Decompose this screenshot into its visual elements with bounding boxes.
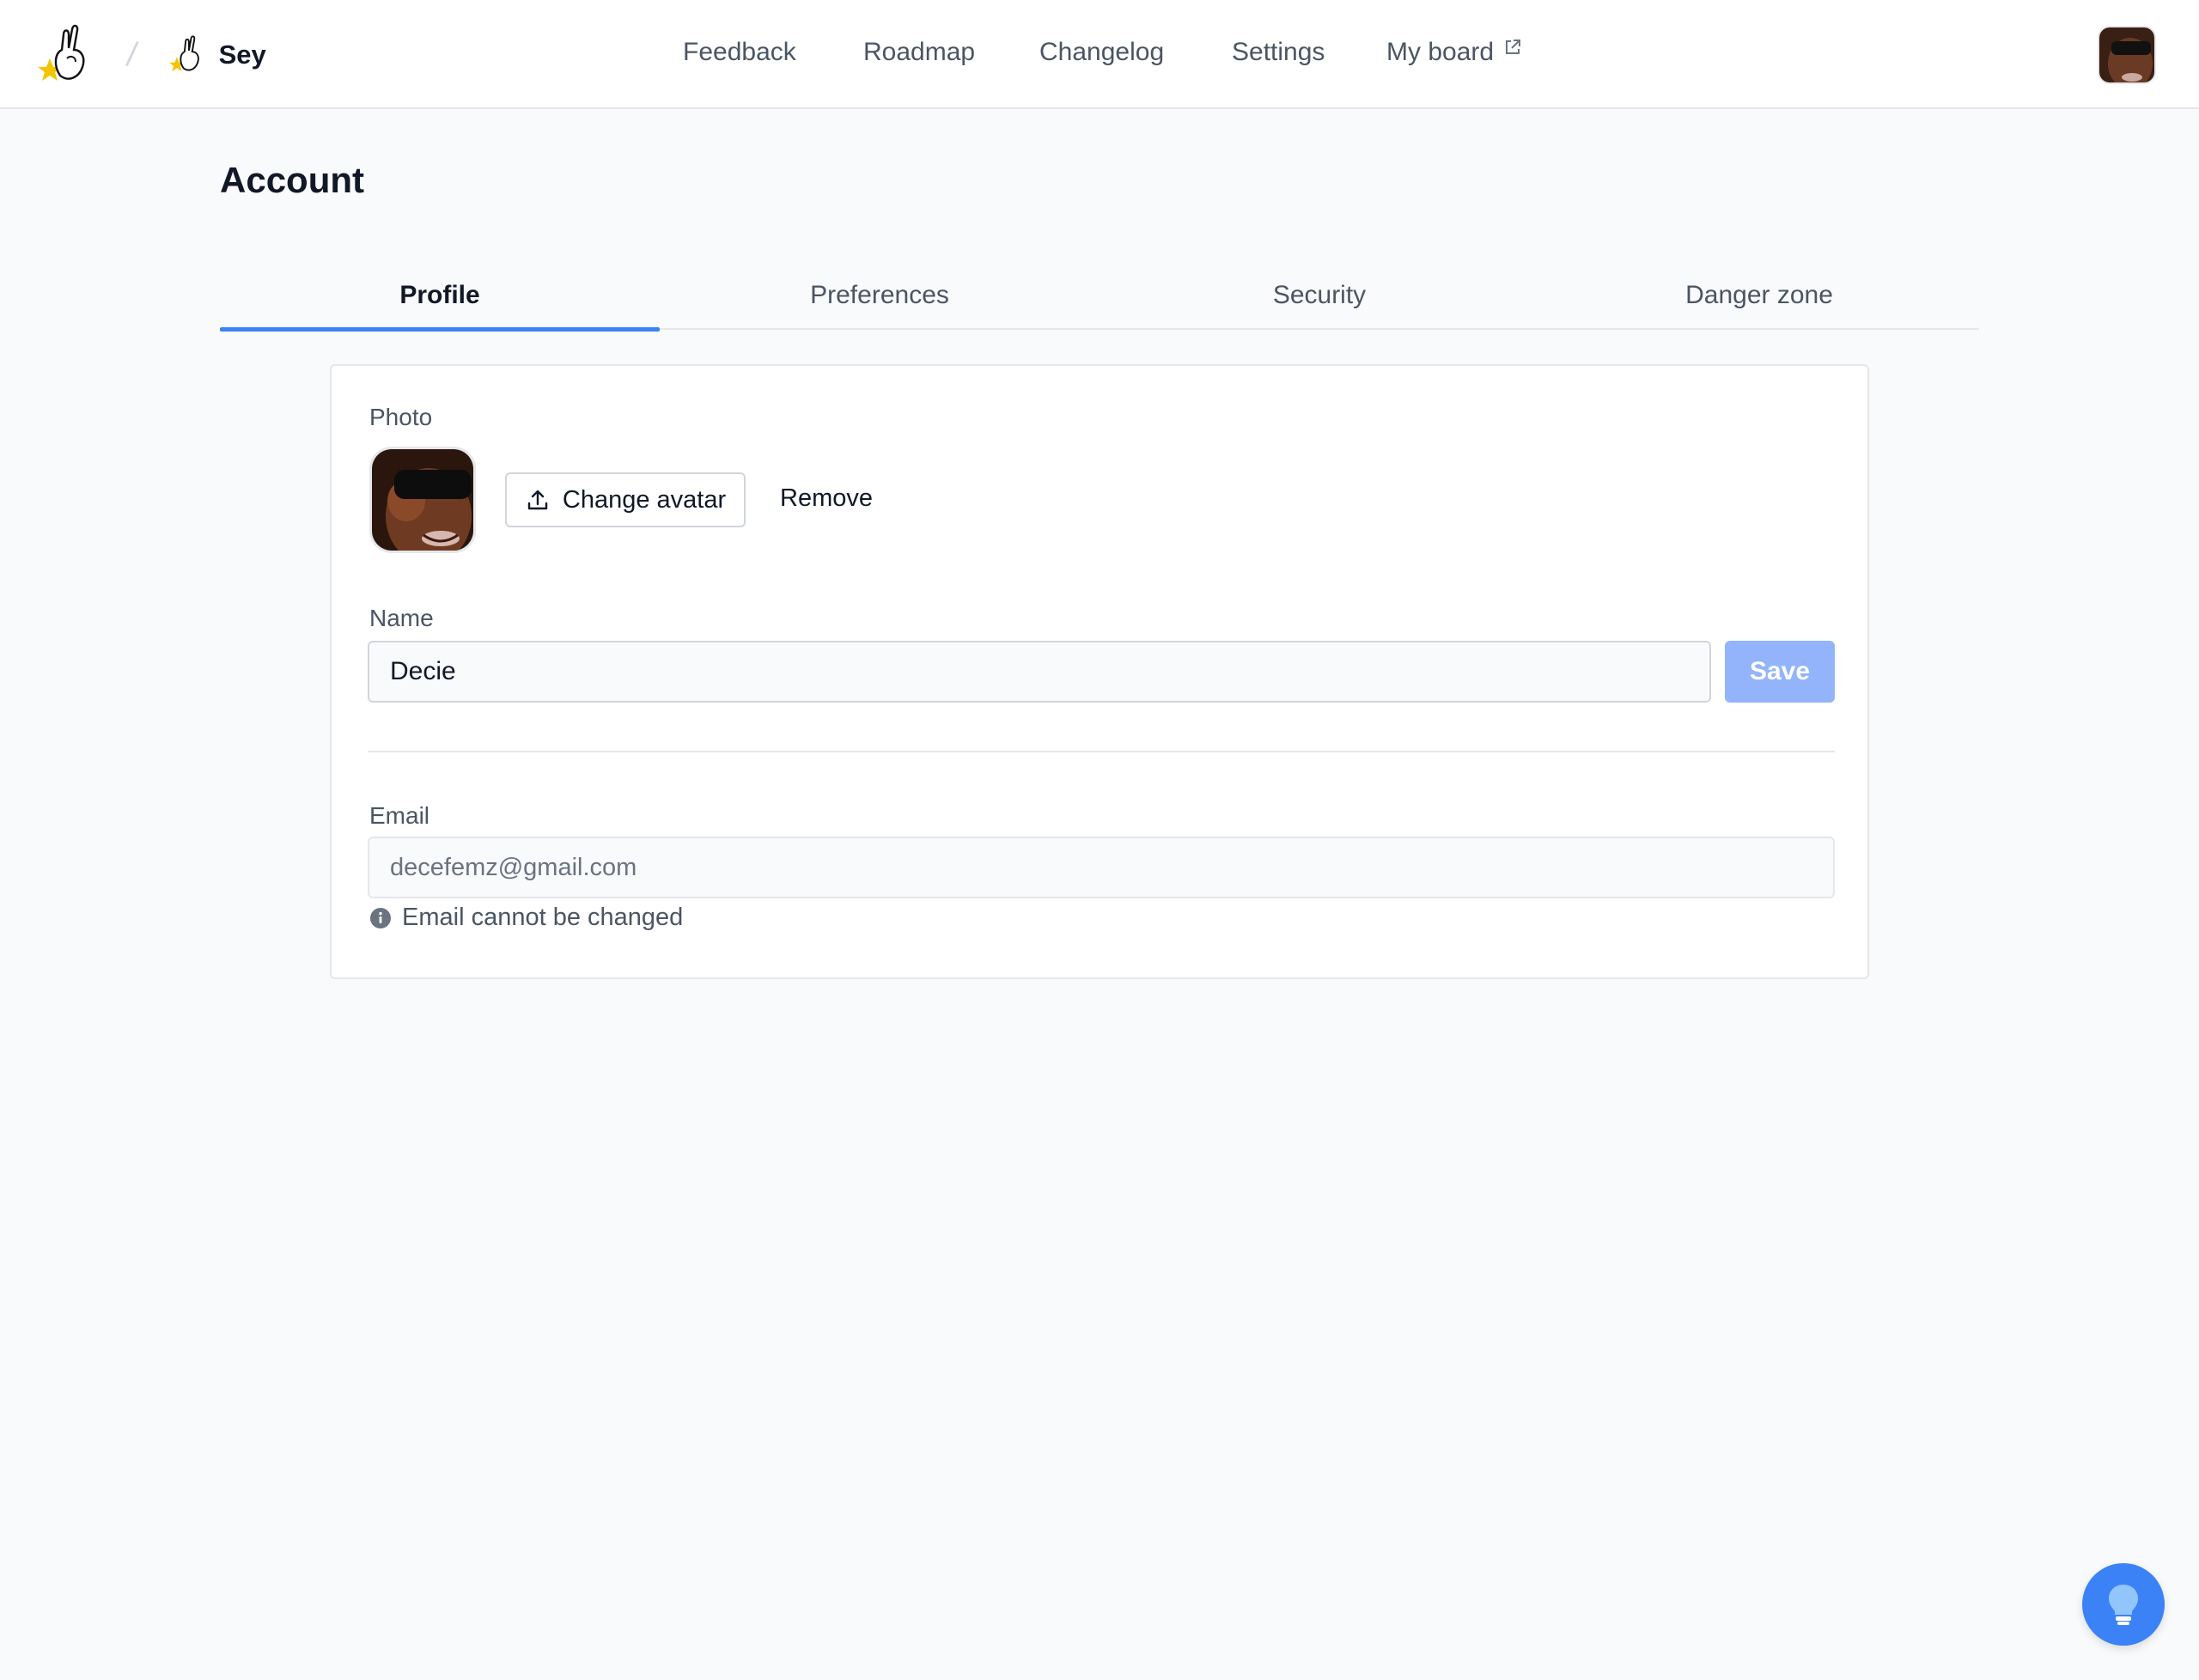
tab-security[interactable]: Security (1100, 270, 1539, 330)
crossed-fingers-star-icon[interactable] (38, 24, 94, 86)
top-navbar: / Sey Feedback Roadmap Changelog Setting… (0, 0, 2199, 109)
nav-feedback[interactable]: Feedback (683, 38, 796, 67)
save-button[interactable]: Save (1725, 641, 1835, 703)
workspace-name[interactable]: Sey (219, 40, 266, 70)
user-avatar-image (2099, 27, 2154, 82)
email-hint-text: Email cannot be changed (402, 904, 684, 931)
section-divider (368, 751, 1835, 752)
upload-icon (527, 490, 548, 510)
photo-label: Photo (369, 404, 433, 430)
brand-separator: / (127, 37, 137, 73)
brand: / Sey (38, 24, 266, 86)
feedback-fab-button[interactable] (2082, 1563, 2165, 1646)
user-avatar-menu[interactable] (2098, 26, 2156, 84)
nav-my-board[interactable]: My board (1386, 38, 1494, 67)
lightbulb-icon (2109, 1585, 2138, 1625)
profile-photo (369, 447, 476, 553)
nav-roadmap[interactable]: Roadmap (863, 38, 975, 67)
account-tabs: Profile Preferences Security Danger zone (220, 270, 1979, 332)
nav-settings[interactable]: Settings (1232, 38, 1325, 67)
change-avatar-button[interactable]: Change avatar (505, 472, 746, 527)
remove-avatar-button[interactable]: Remove (780, 484, 873, 513)
name-input[interactable]: Decie (368, 641, 1711, 703)
profile-card: Photo Change avatar Remove Name Decie Sa… (330, 364, 1869, 979)
profile-photo-image (372, 449, 473, 551)
external-link-icon (1506, 40, 1520, 54)
email-label: Email (369, 802, 430, 829)
email-hint: Email cannot be changed (369, 904, 683, 932)
page-title: Account (220, 160, 364, 200)
change-avatar-label: Change avatar (562, 485, 727, 514)
name-label: Name (369, 605, 434, 631)
tab-preferences[interactable]: Preferences (660, 270, 1100, 330)
crossed-fingers-star-icon[interactable] (168, 35, 205, 75)
nav-changelog[interactable]: Changelog (1039, 38, 1164, 67)
tab-danger-zone[interactable]: Danger zone (1539, 270, 1979, 330)
tab-profile[interactable]: Profile (220, 270, 660, 332)
info-icon (370, 907, 391, 928)
email-field: decefemz@gmail.com (368, 837, 1835, 898)
